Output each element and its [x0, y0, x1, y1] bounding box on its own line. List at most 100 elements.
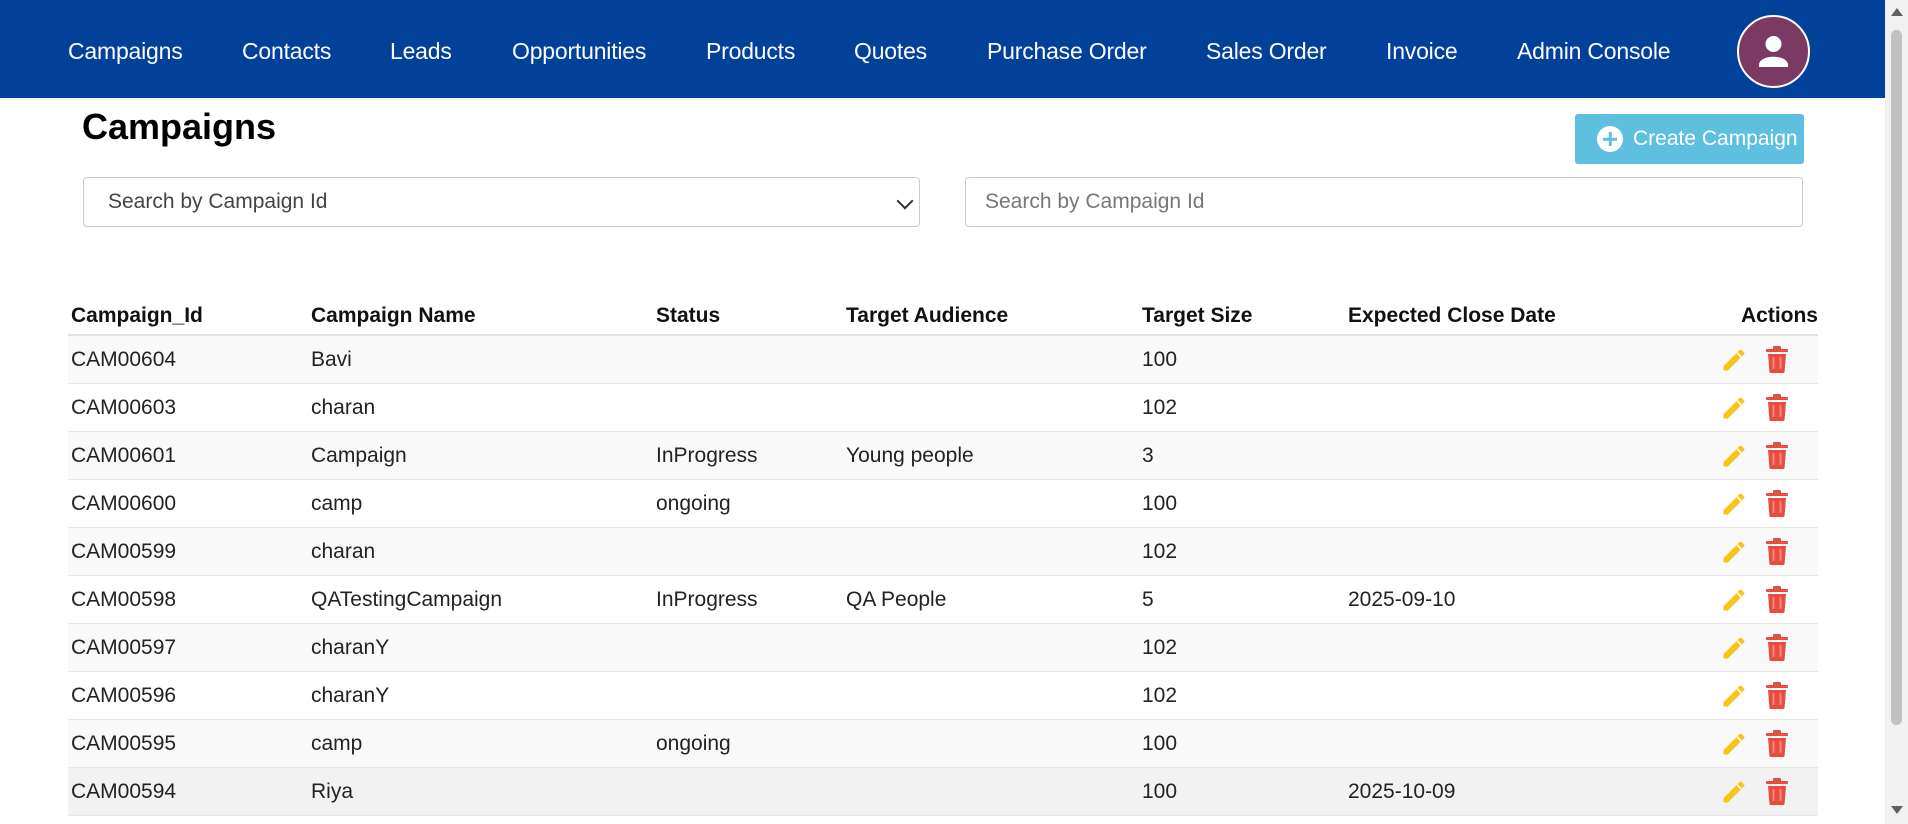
nav-campaigns[interactable]: Campaigns	[68, 38, 183, 65]
edit-button[interactable]	[1720, 730, 1748, 758]
cell-campaign-id: CAM00594	[68, 767, 308, 816]
cell-target-audience	[843, 719, 1139, 768]
row-actions	[1648, 527, 1818, 576]
search-field-select[interactable]: Search by Campaign Id	[83, 177, 920, 227]
edit-button[interactable]	[1720, 346, 1748, 374]
row-actions	[1648, 335, 1818, 384]
table-row: CAM00594 Riya 100 2025-10-09	[68, 767, 1818, 816]
table-row: CAM00600 camp ongoing 100	[68, 479, 1818, 528]
column-header-campaign-name[interactable]: Campaign Name	[308, 288, 653, 336]
cell-status: ongoing	[653, 719, 843, 768]
pencil-icon	[1723, 348, 1745, 370]
nav-opportunities[interactable]: Opportunities	[512, 38, 646, 65]
delete-button[interactable]	[1766, 538, 1788, 565]
table-row: CAM00595 camp ongoing 100	[68, 719, 1818, 768]
campaigns-table: Campaign_Id Campaign Name Status Target …	[68, 288, 1818, 816]
edit-button[interactable]	[1720, 634, 1748, 662]
vertical-scrollbar[interactable]	[1885, 0, 1908, 824]
nav-quotes[interactable]: Quotes	[854, 38, 927, 65]
row-actions	[1648, 623, 1818, 672]
nav-invoice[interactable]: Invoice	[1386, 38, 1458, 65]
cell-expected-close-date	[1345, 623, 1648, 672]
cell-target-audience	[843, 527, 1139, 576]
delete-button[interactable]	[1766, 586, 1788, 613]
cell-campaign-name: camp	[308, 479, 653, 528]
table-row: CAM00599 charan 102	[68, 527, 1818, 576]
nav-admin-console[interactable]: Admin Console	[1517, 38, 1671, 65]
cell-target-size: 102	[1139, 383, 1345, 432]
delete-button[interactable]	[1766, 778, 1788, 805]
plus-circle-icon	[1597, 126, 1623, 152]
cell-campaign-id: CAM00604	[68, 335, 308, 384]
column-header-expected-close-date[interactable]: Expected Close Date	[1345, 288, 1648, 336]
cell-expected-close-date	[1345, 431, 1648, 480]
cell-status: InProgress	[653, 575, 843, 624]
cell-target-size: 3	[1139, 431, 1345, 480]
cell-target-size: 100	[1139, 767, 1345, 816]
edit-button[interactable]	[1720, 682, 1748, 710]
nav-leads[interactable]: Leads	[390, 38, 452, 65]
table-body: CAM00604 Bavi 100 CAM00603 charan 102 CAM00601…	[68, 335, 1818, 816]
row-actions	[1648, 431, 1818, 480]
pencil-icon	[1723, 540, 1745, 562]
cell-target-audience	[843, 671, 1139, 720]
column-header-target-size[interactable]: Target Size	[1139, 288, 1345, 336]
delete-button[interactable]	[1766, 346, 1788, 373]
cell-campaign-id: CAM00601	[68, 431, 308, 480]
cell-expected-close-date	[1345, 383, 1648, 432]
column-header-campaign-id[interactable]: Campaign_Id	[68, 288, 308, 336]
cell-expected-close-date	[1345, 719, 1648, 768]
cell-campaign-id: CAM00598	[68, 575, 308, 624]
cell-expected-close-date	[1345, 335, 1648, 384]
trash-icon	[1766, 778, 1788, 805]
nav-purchase-order[interactable]: Purchase Order	[987, 38, 1147, 65]
delete-button[interactable]	[1766, 730, 1788, 757]
cell-campaign-id: CAM00603	[68, 383, 308, 432]
cell-status: ongoing	[653, 479, 843, 528]
edit-button[interactable]	[1720, 442, 1748, 470]
scrollbar-thumb[interactable]	[1891, 30, 1902, 725]
column-header-status[interactable]: Status	[653, 288, 843, 336]
cell-target-size: 102	[1139, 671, 1345, 720]
create-campaign-button[interactable]: Create Campaign	[1575, 114, 1804, 164]
search-input[interactable]	[965, 177, 1803, 227]
scroll-up-arrow-icon[interactable]	[1891, 8, 1903, 16]
cell-target-audience	[843, 623, 1139, 672]
cell-status	[653, 623, 843, 672]
avatar[interactable]	[1737, 15, 1810, 88]
trash-icon	[1766, 442, 1788, 469]
delete-button[interactable]	[1766, 442, 1788, 469]
delete-button[interactable]	[1766, 490, 1788, 517]
nav-contacts[interactable]: Contacts	[242, 38, 331, 65]
column-header-target-audience[interactable]: Target Audience	[843, 288, 1139, 336]
delete-button[interactable]	[1766, 682, 1788, 709]
edit-button[interactable]	[1720, 538, 1748, 566]
row-actions	[1648, 767, 1818, 816]
pencil-icon	[1723, 444, 1745, 466]
trash-icon	[1766, 586, 1788, 613]
cell-target-audience	[843, 479, 1139, 528]
delete-button[interactable]	[1766, 634, 1788, 661]
cell-status	[653, 335, 843, 384]
search-field-select-value: Search by Campaign Id	[108, 190, 328, 213]
edit-button[interactable]	[1720, 586, 1748, 614]
cell-target-size: 5	[1139, 575, 1345, 624]
nav-sales-order[interactable]: Sales Order	[1206, 38, 1327, 65]
edit-button[interactable]	[1720, 490, 1748, 518]
pencil-icon	[1723, 780, 1745, 802]
edit-button[interactable]	[1720, 394, 1748, 422]
cell-target-audience	[843, 767, 1139, 816]
cell-campaign-name: Campaign	[308, 431, 653, 480]
scroll-down-arrow-icon[interactable]	[1891, 806, 1903, 814]
trash-icon	[1766, 634, 1788, 661]
nav-products[interactable]: Products	[706, 38, 795, 65]
delete-button[interactable]	[1766, 394, 1788, 421]
cell-campaign-name: Bavi	[308, 335, 653, 384]
trash-icon	[1766, 730, 1788, 757]
cell-campaign-id: CAM00597	[68, 623, 308, 672]
edit-button[interactable]	[1720, 778, 1748, 806]
cell-expected-close-date: 2025-09-10	[1345, 575, 1648, 624]
cell-campaign-name: charan	[308, 383, 653, 432]
cell-expected-close-date: 2025-10-09	[1345, 767, 1648, 816]
cell-campaign-name: Riya	[308, 767, 653, 816]
